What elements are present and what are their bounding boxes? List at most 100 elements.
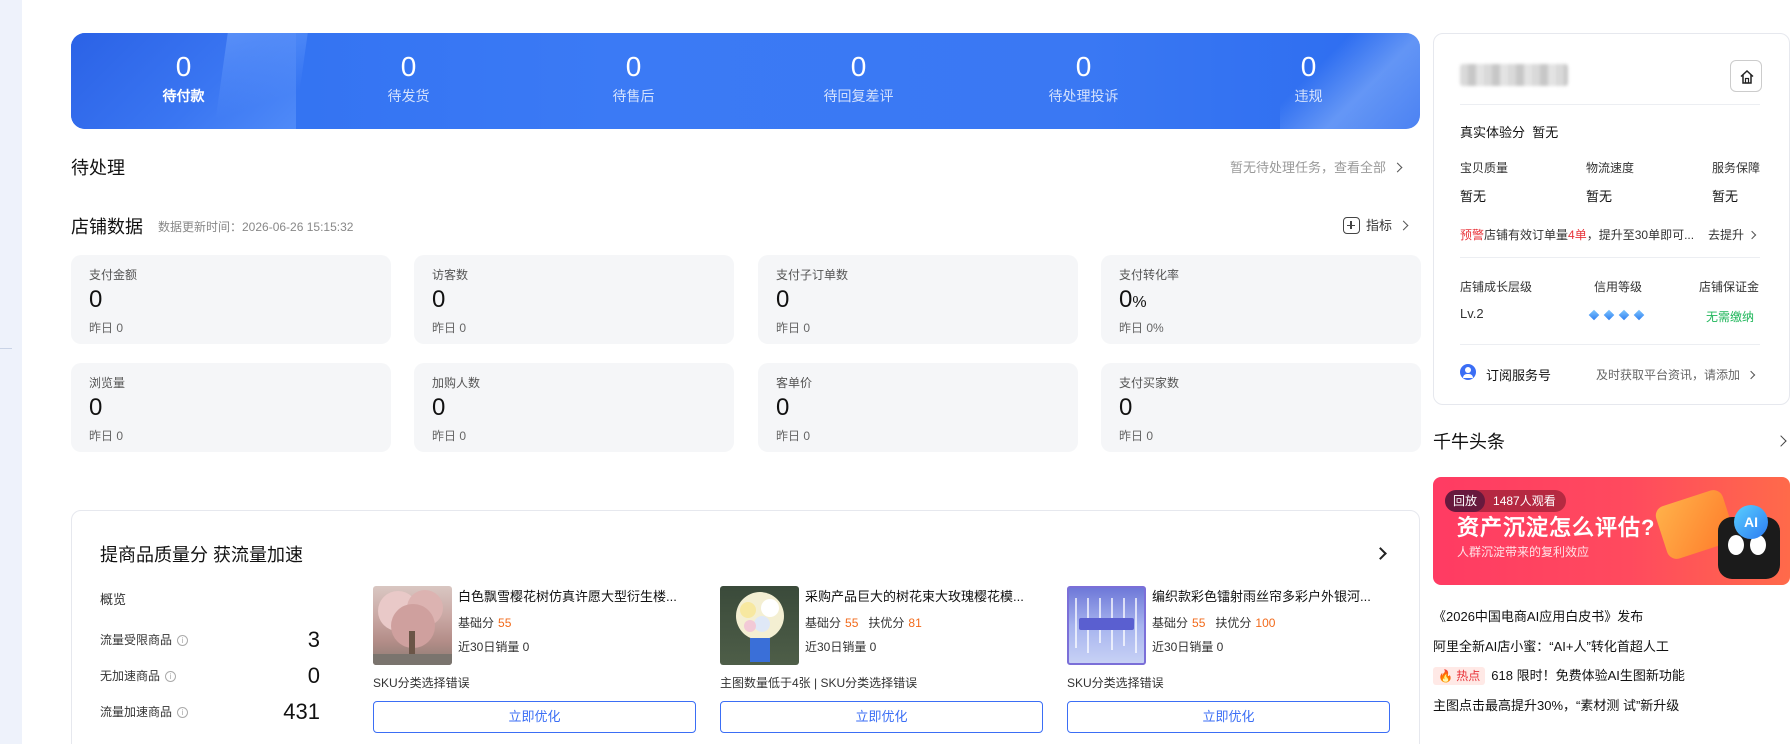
product-sales: 近30日销量 0 [1152, 640, 1224, 654]
chevron-right-icon[interactable] [1775, 435, 1787, 447]
product-thumbnail[interactable] [373, 586, 452, 665]
stat-pending-payment[interactable]: 0 待付款 [71, 49, 296, 105]
store-data-title: 店铺数据 [71, 217, 143, 237]
overview-value: 0 [307, 663, 320, 688]
deposit-label: 店铺保证金 [1699, 280, 1760, 294]
metric-card-add-to-cart[interactable]: 加购人数 0 昨日 0 [414, 363, 734, 452]
overview-value: 3 [307, 627, 320, 652]
stat-value: 0 [175, 51, 192, 82]
metric-yesterday: 昨日 0 [432, 429, 467, 443]
shop-info-panel: 真实体验分 暂无 宝贝质量 物流速度 服务保障 暂无 暂无 暂无 预警店铺有效订… [1433, 33, 1790, 405]
news-item[interactable]: 阿里全新AI店小蜜：“AI+人”转化首超人工 [1433, 636, 1669, 655]
optimize-button[interactable]: 立即优化 [1067, 701, 1390, 733]
subscribe-service-link[interactable]: 订阅服务号 [1486, 365, 1551, 384]
headlines-title: 千牛头条 [1433, 432, 1505, 452]
divider [1460, 344, 1760, 345]
quality-score-panel: 提商品质量分 获流量加速 概览 流量受限商品 i 3 无加速商品 i 0 流量加速商… [71, 510, 1420, 744]
optimize-button[interactable]: 立即优化 [373, 701, 696, 733]
product-name[interactable]: 编织款彩色镭射雨丝帘多彩户外银河... [1152, 586, 1392, 605]
metric-yesterday: 昨日 0 [776, 429, 811, 443]
stat-value: 0 [850, 51, 867, 82]
credit-level-diamonds[interactable] [1587, 310, 1646, 322]
metric-card-page-views[interactable]: 浏览量 0 昨日 0 [71, 363, 391, 452]
ai-badge: AI [1734, 505, 1768, 539]
news-item[interactable]: 《2026中国电商AI应用白皮书》发布 [1433, 606, 1643, 625]
improve-link[interactable]: 去提升 [1708, 226, 1757, 243]
quality-overview: 概览 流量受限商品 i 3 无加速商品 i 0 流量加速商品 i 431 [100, 589, 320, 724]
order-warning: 预警店铺有效订单量4单，提升至30单即可... [1460, 228, 1695, 242]
product-sales: 近30日销量 0 [805, 640, 877, 654]
product-sales: 近30日销量 0 [458, 640, 530, 654]
stat-pending-bad-review[interactable]: 0 待回复差评 [746, 49, 971, 105]
metric-card-avg-order-value[interactable]: 客单价 0 昨日 0 [758, 363, 1078, 452]
overview-boosted-products[interactable]: 流量加速商品 i 431 [100, 699, 320, 724]
metric-yesterday: 昨日 0 [89, 321, 124, 335]
product-name[interactable]: 采购产品巨大的树花束大玫瑰樱花模... [805, 586, 1045, 605]
news-item[interactable]: 主图点击最高提升30%，“素材测 试”新升级 [1433, 695, 1679, 714]
product-thumbnail[interactable] [720, 586, 799, 665]
laser-curtain-image [1075, 598, 1137, 653]
growth-level-label: 店铺成长层级 [1460, 280, 1533, 294]
metric-label: 支付买家数 [1119, 376, 1180, 390]
warning-tag: 预警 [1460, 228, 1485, 242]
product-scores: 基础分 55 扶优分 81 [805, 616, 922, 630]
metric-card-conversion-rate[interactable]: 支付转化率 0% 昨日 0% [1101, 255, 1421, 344]
subscribe-hint[interactable]: 及时获取平台资讯，请添加 [1596, 366, 1756, 383]
chevron-right-icon[interactable] [1374, 547, 1387, 560]
product-scores: 基础分 55 扶优分 100 [1152, 616, 1276, 630]
stat-value: 0 [1075, 51, 1092, 82]
metric-value: 0 [89, 286, 103, 313]
product-name[interactable]: 白色飘雪樱花树仿真许愿大型衍生楼... [458, 586, 698, 605]
metric-value: 0 [432, 286, 446, 313]
chevron-right-icon [1747, 230, 1757, 240]
metric-label: 支付子订单数 [776, 268, 849, 282]
optimize-button[interactable]: 立即优化 [720, 701, 1043, 733]
left-rail [0, 0, 22, 744]
stat-label: 待处理投诉 [1048, 88, 1119, 104]
overview-no-boost-products[interactable]: 无加速商品 i 0 [100, 663, 320, 688]
overview-value: 431 [283, 699, 320, 724]
experience-score[interactable]: 真实体验分 暂无 [1460, 122, 1558, 141]
metric-label: 加购人数 [432, 376, 481, 390]
workbench-page: 0 待付款 0 待发货 0 待售后 0 待回复差评 0 待处理投诉 0 违规 待… [0, 0, 1790, 744]
stat-label: 待发货 [387, 88, 430, 104]
metric-card-sub-orders[interactable]: 支付子订单数 0 昨日 0 [758, 255, 1078, 344]
stat-pending-aftersale[interactable]: 0 待售后 [521, 49, 746, 105]
product-issue: SKU分类选择错误 [1067, 676, 1164, 690]
todo-title: 待处理 [71, 158, 125, 178]
blossom-tree-image [373, 590, 452, 665]
chevron-right-icon [1746, 370, 1756, 380]
overview-label: 流量加速商品 i [100, 703, 189, 720]
metrics-settings-link[interactable]: 指标 [1343, 215, 1409, 234]
user-icon [1460, 364, 1476, 380]
product-issue: 主图数量低于4张 | SKU分类选择错误 [720, 676, 918, 690]
overview-limited-products[interactable]: 流量受限商品 i 3 [100, 627, 320, 652]
stat-violation[interactable]: 0 违规 [1196, 49, 1420, 105]
growth-level-value[interactable]: Lv.2 [1460, 306, 1484, 321]
deposit-value[interactable]: 无需缴纳 [1706, 308, 1754, 325]
todo-view-all-link[interactable]: 暂无待处理任务，查看全部 [1230, 157, 1403, 176]
news-item[interactable]: 🔥 热点 618 限时！免费体验AI生图新功能 [1433, 665, 1685, 685]
product-thumbnail[interactable] [1067, 586, 1146, 665]
stat-pending-complaint[interactable]: 0 待处理投诉 [971, 49, 1196, 105]
diamond-icon [1617, 310, 1631, 322]
chevron-right-icon [1392, 162, 1403, 173]
headline-promo-banner[interactable]: AI 回放 1487人观看 资产沉淀怎么评估? 人群沉淀带来的复利效应 [1433, 477, 1790, 585]
diamond-icon [1587, 310, 1601, 322]
metric-card-visitors[interactable]: 访客数 0 昨日 0 [414, 255, 734, 344]
metric-card-pay-amount[interactable]: 支付金额 0 昨日 0 [71, 255, 391, 344]
stat-pending-shipment[interactable]: 0 待发货 [296, 49, 521, 105]
metric-value: 0 [1119, 394, 1133, 421]
metric-card-paying-buyers[interactable]: 支付买家数 0 昨日 0 [1101, 363, 1421, 452]
overview-label: 流量受限商品 i [100, 631, 189, 648]
metrics-link-text: 指标 [1366, 218, 1393, 233]
info-icon: i [177, 707, 189, 718]
metric-label: 客单价 [776, 376, 813, 390]
shop-home-button[interactable] [1730, 60, 1762, 92]
data-updated-time: 数据更新时间：2026-06-26 15:15:32 [158, 220, 354, 234]
product-scores: 基础分 55 [458, 616, 512, 630]
chevron-right-icon [1398, 220, 1409, 231]
stat-value: 0 [625, 51, 642, 82]
product-card: 白色飘雪樱花树仿真许愿大型衍生楼... 基础分 55 近30日销量 0 SKU分类… [373, 586, 698, 736]
info-icon: i [165, 671, 177, 682]
